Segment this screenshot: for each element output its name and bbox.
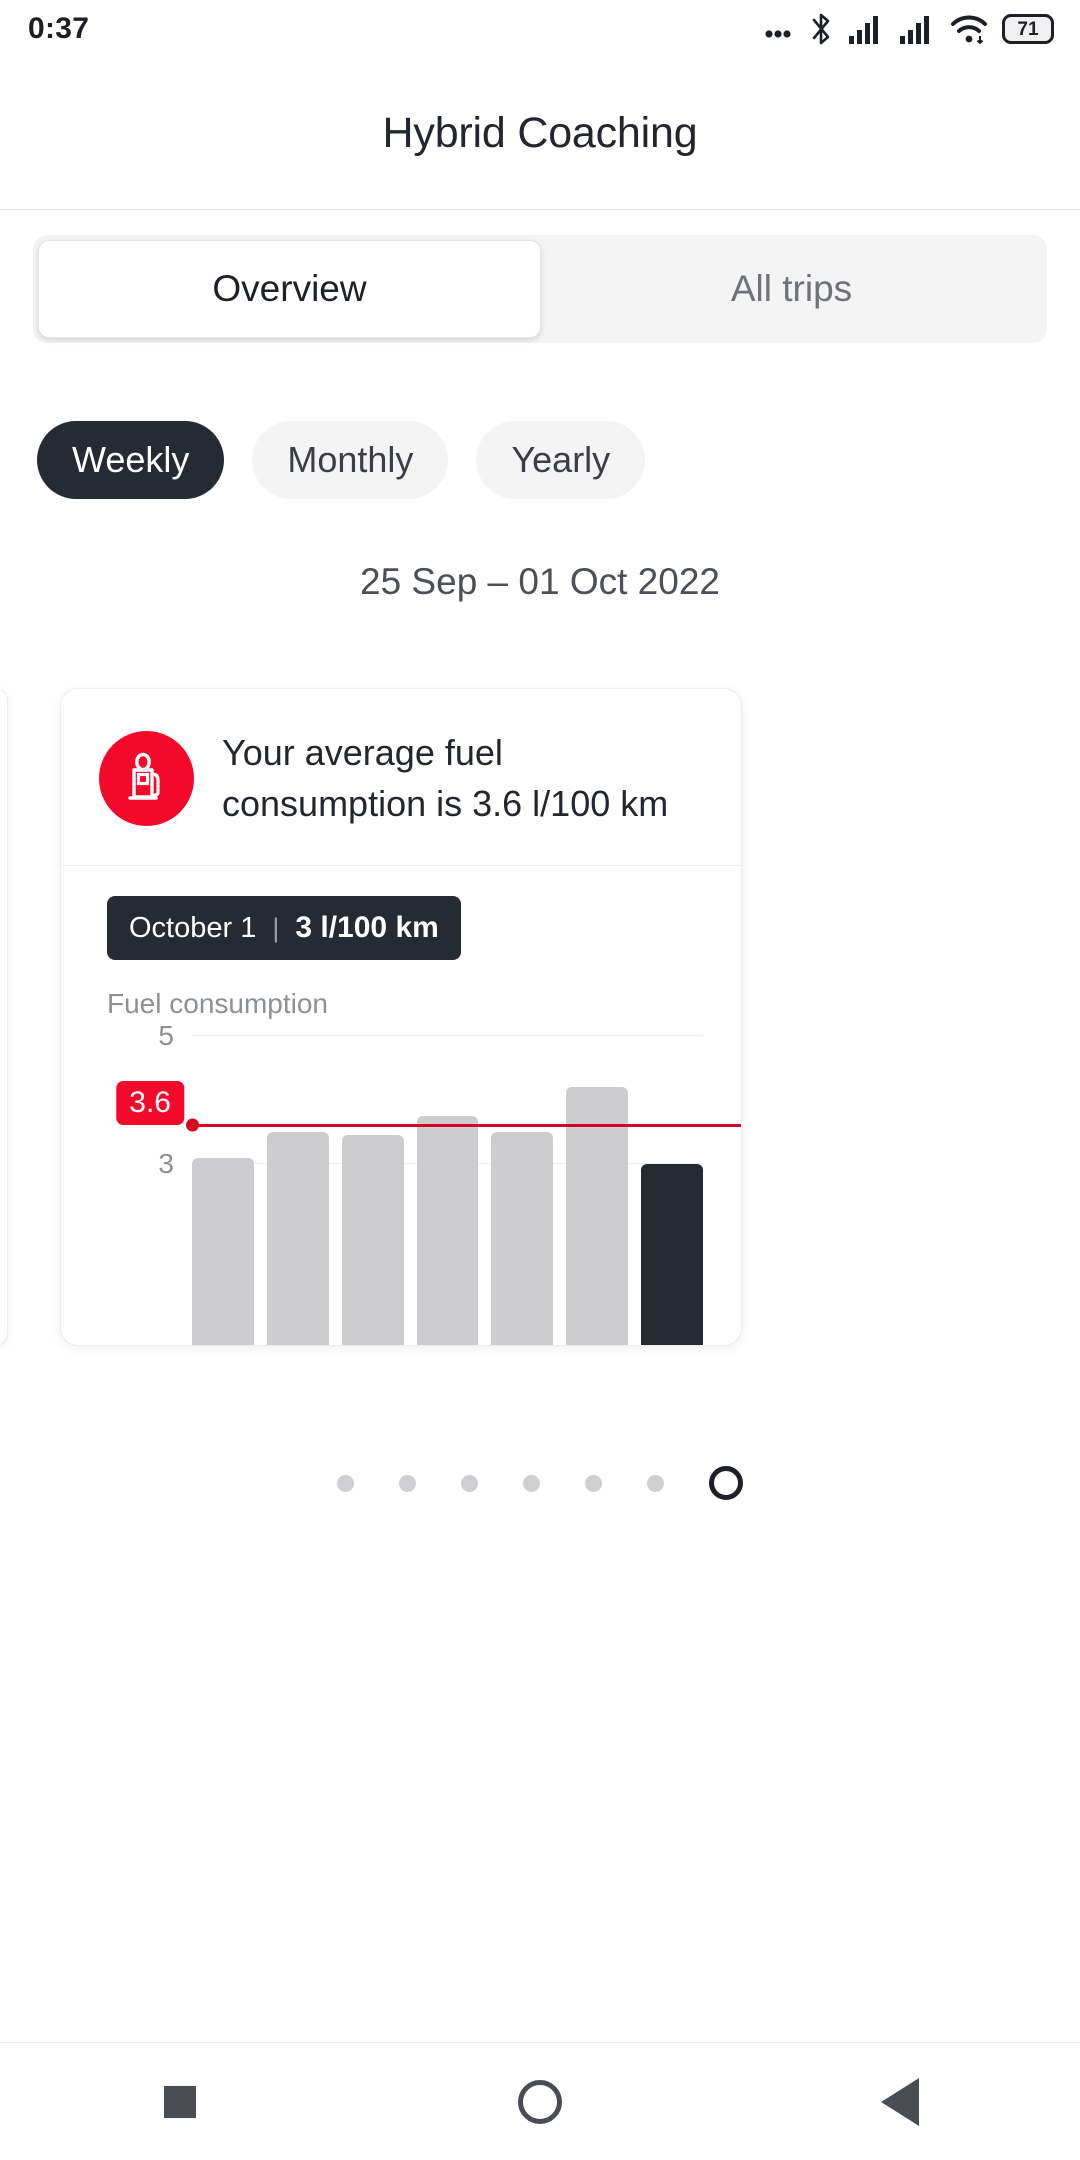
chip-monthly[interactable]: Monthly	[252, 421, 448, 499]
carousel-pagination	[0, 1466, 1080, 1500]
average-value-badge: 3.6	[116, 1081, 184, 1125]
signal-1-icon	[847, 12, 885, 46]
bar-column[interactable]	[417, 1036, 479, 1346]
card-headline: Your average fuel consumption is 3.6 l/1…	[222, 727, 707, 829]
status-bar: 0:37 71	[0, 0, 1080, 58]
pagination-dot[interactable]	[399, 1475, 416, 1492]
average-line-dot	[186, 1119, 199, 1132]
fuel-consumption-card: Your average fuel consumption is 3.6 l/1…	[60, 688, 742, 1346]
previous-card-peek[interactable]	[0, 688, 8, 1346]
bar-column[interactable]	[342, 1036, 404, 1346]
battery-level: 71	[1017, 20, 1038, 39]
bar[interactable]	[192, 1158, 254, 1346]
tab-all-trips[interactable]: All trips	[541, 240, 1042, 338]
chip-weekly[interactable]: Weekly	[37, 421, 224, 499]
pagination-dot[interactable]	[523, 1475, 540, 1492]
chart-series-label: Fuel consumption	[107, 988, 741, 1020]
chart-bars	[192, 1036, 703, 1346]
signal-2-icon	[898, 12, 936, 46]
back-triangle-icon[interactable]	[830, 2062, 970, 2142]
bar-column[interactable]	[267, 1036, 329, 1346]
card-body: October 1 | 3 l/100 km Fuel consumption …	[61, 866, 741, 1346]
fuel-pump-icon	[99, 731, 194, 826]
wifi-icon	[949, 12, 989, 46]
bar-column[interactable]	[566, 1036, 628, 1346]
y-axis-tick: 5	[158, 1020, 174, 1052]
bar-column[interactable]	[491, 1036, 553, 1346]
bar[interactable]	[417, 1116, 479, 1346]
pagination-dot[interactable]	[461, 1475, 478, 1492]
bar[interactable]	[267, 1132, 329, 1346]
tooltip-value: 3 l/100 km	[295, 911, 438, 945]
chart-tooltip: October 1 | 3 l/100 km	[107, 896, 461, 960]
home-circle-icon[interactable]	[470, 2062, 610, 2142]
y-axis-tick: 3	[158, 1148, 174, 1180]
segmented-tabs: Overview All trips	[33, 235, 1047, 343]
tooltip-date: October 1	[129, 912, 256, 945]
y-axis-tick: 0	[158, 1340, 174, 1346]
pagination-dot[interactable]	[709, 1466, 743, 1500]
tabs-container: Overview All trips	[0, 210, 1080, 343]
average-line	[192, 1124, 741, 1127]
bar[interactable]	[342, 1135, 404, 1346]
battery-icon: 71	[1002, 14, 1054, 44]
bar[interactable]	[641, 1164, 703, 1346]
pagination-dot[interactable]	[647, 1475, 664, 1492]
card-carousel[interactable]: Your average fuel consumption is 3.6 l/1…	[0, 688, 1080, 1348]
recents-square-icon[interactable]	[110, 2062, 250, 2142]
fuel-consumption-chart: 035 3.6 9/259/269/279/289/299/3010/1	[61, 1036, 741, 1346]
tooltip-separator: |	[272, 913, 279, 944]
bluetooth-icon	[808, 11, 834, 47]
card-header: Your average fuel consumption is 3.6 l/1…	[61, 689, 741, 866]
bar-column[interactable]	[192, 1036, 254, 1346]
page-title: Hybrid Coaching	[383, 109, 698, 158]
chart-plot-area: 035 3.6	[192, 1036, 703, 1346]
more-dots-icon	[761, 12, 795, 46]
bar[interactable]	[491, 1132, 553, 1346]
app-bar: Hybrid Coaching	[0, 58, 1080, 210]
status-time: 0:37	[28, 12, 89, 46]
bar-column[interactable]	[641, 1036, 703, 1346]
date-range-label: 25 Sep – 01 Oct 2022	[0, 499, 1080, 603]
pagination-dot[interactable]	[585, 1475, 602, 1492]
pagination-dot[interactable]	[337, 1475, 354, 1492]
tab-overview[interactable]: Overview	[38, 240, 541, 338]
android-nav-bar	[0, 2042, 1080, 2160]
status-icons: 71	[761, 11, 1054, 47]
period-chip-group: Weekly Monthly Yearly	[0, 343, 1080, 499]
chip-yearly[interactable]: Yearly	[476, 421, 645, 499]
